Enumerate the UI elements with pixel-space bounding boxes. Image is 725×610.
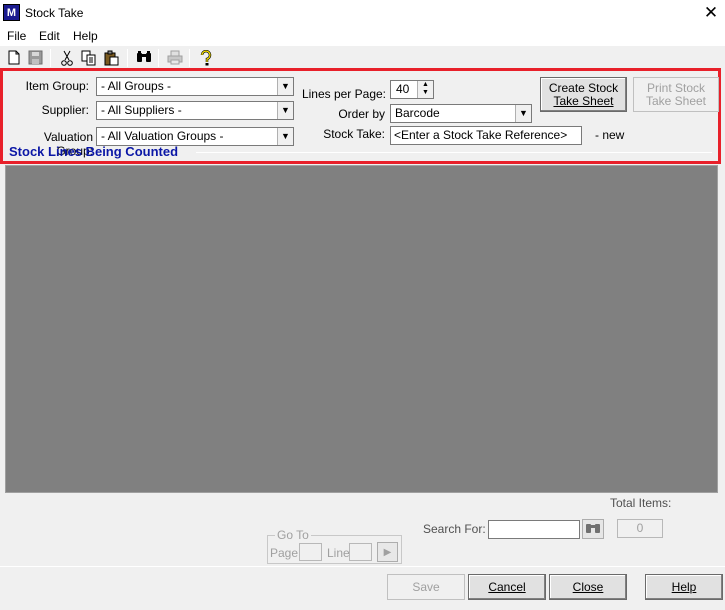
close-window-icon[interactable]: ✕ (700, 2, 722, 24)
footer-divider (0, 566, 725, 567)
line-input[interactable] (349, 543, 372, 561)
search-for-label: Search For: (423, 522, 486, 536)
supplier-select[interactable]: - All Suppliers - ▼ (96, 101, 294, 120)
item-group-value: - All Groups - (101, 79, 172, 93)
supplier-value: - All Suppliers - (101, 103, 182, 117)
toolbar-separator (158, 49, 159, 67)
create-sheet-label-2: Take Sheet (553, 93, 614, 108)
goto-label: Go To (275, 528, 311, 542)
window-title: Stock Take (25, 6, 84, 20)
help-button[interactable]: Help (645, 574, 723, 600)
section-divider (196, 152, 712, 153)
total-items-label: Total Items: (610, 496, 672, 510)
supplier-label: Supplier: (41, 103, 89, 117)
paste-icon[interactable] (104, 50, 120, 66)
menu-help[interactable]: Help (73, 29, 98, 43)
save-label: Save (412, 579, 440, 594)
create-stock-take-sheet-button[interactable]: Create Stock Take Sheet (540, 77, 627, 112)
close-label: Close (572, 579, 604, 594)
save-icon[interactable] (27, 50, 43, 66)
search-button[interactable] (582, 519, 604, 539)
menu-file[interactable]: File (7, 29, 26, 43)
section-title: Stock Lines Being Counted (9, 144, 179, 159)
order-by-label: Order by (338, 107, 385, 121)
binoculars-icon (585, 521, 601, 537)
cut-icon[interactable] (59, 50, 75, 66)
new-icon[interactable] (6, 50, 22, 66)
valuation-group-value: - All Valuation Groups - (101, 129, 224, 143)
goto-button[interactable]: ▶ (377, 542, 398, 562)
title-bar (0, 0, 725, 27)
help-label: Help (671, 579, 697, 594)
item-group-select[interactable]: - All Groups - ▼ (96, 77, 294, 96)
lines-per-page-label: Lines per Page: (301, 87, 386, 101)
toolbar-separator (50, 49, 51, 67)
total-items-value: 0 (617, 519, 663, 538)
toolbar-separator (127, 49, 128, 67)
print-icon[interactable] (167, 50, 183, 66)
lines-per-page-spinner[interactable]: 40 ▲ ▼ (390, 80, 434, 99)
arrow-right-icon: ▶ (383, 546, 392, 558)
toolbar-separator (189, 49, 190, 67)
chevron-down-icon[interactable]: ▼ (515, 105, 531, 122)
menu-bar (0, 27, 725, 46)
page-label: Page (270, 546, 299, 560)
help-icon[interactable] (198, 49, 214, 66)
app-icon: M (3, 4, 20, 21)
cancel-label: Cancel (488, 579, 526, 594)
stock-lines-grid[interactable] (5, 165, 718, 493)
save-button[interactable]: Save (387, 574, 465, 600)
stock-take-reference-input[interactable]: <Enter a Stock Take Reference> (390, 126, 582, 145)
print-stock-take-sheet-button[interactable]: Print Stock Take Sheet (633, 77, 719, 112)
menu-edit[interactable]: Edit (39, 29, 60, 43)
item-group-label: Item Group: (25, 79, 89, 93)
lines-per-page-value: 40 (396, 82, 410, 96)
close-button[interactable]: Close (549, 574, 627, 600)
stock-take-status: - new (595, 128, 625, 142)
page-input[interactable] (299, 543, 322, 561)
find-icon[interactable] (136, 50, 152, 66)
stock-take-label: Stock Take: (323, 127, 385, 141)
print-sheet-label-2: Take Sheet (645, 93, 707, 108)
line-label: Line (327, 546, 350, 560)
spinner-arrows-icon[interactable]: ▲ ▼ (417, 81, 433, 98)
chevron-down-icon[interactable]: ▼ (277, 128, 293, 145)
chevron-down-icon[interactable]: ▼ (277, 78, 293, 95)
search-input[interactable] (488, 520, 580, 539)
create-sheet-label-1: Create Stock (548, 80, 619, 95)
chevron-down-icon[interactable]: ▼ (277, 102, 293, 119)
print-sheet-label-1: Print Stock (646, 80, 706, 95)
order-by-select[interactable]: Barcode ▼ (390, 104, 532, 123)
order-by-value: Barcode (395, 106, 440, 120)
cancel-button[interactable]: Cancel (468, 574, 546, 600)
copy-icon[interactable] (81, 50, 97, 66)
